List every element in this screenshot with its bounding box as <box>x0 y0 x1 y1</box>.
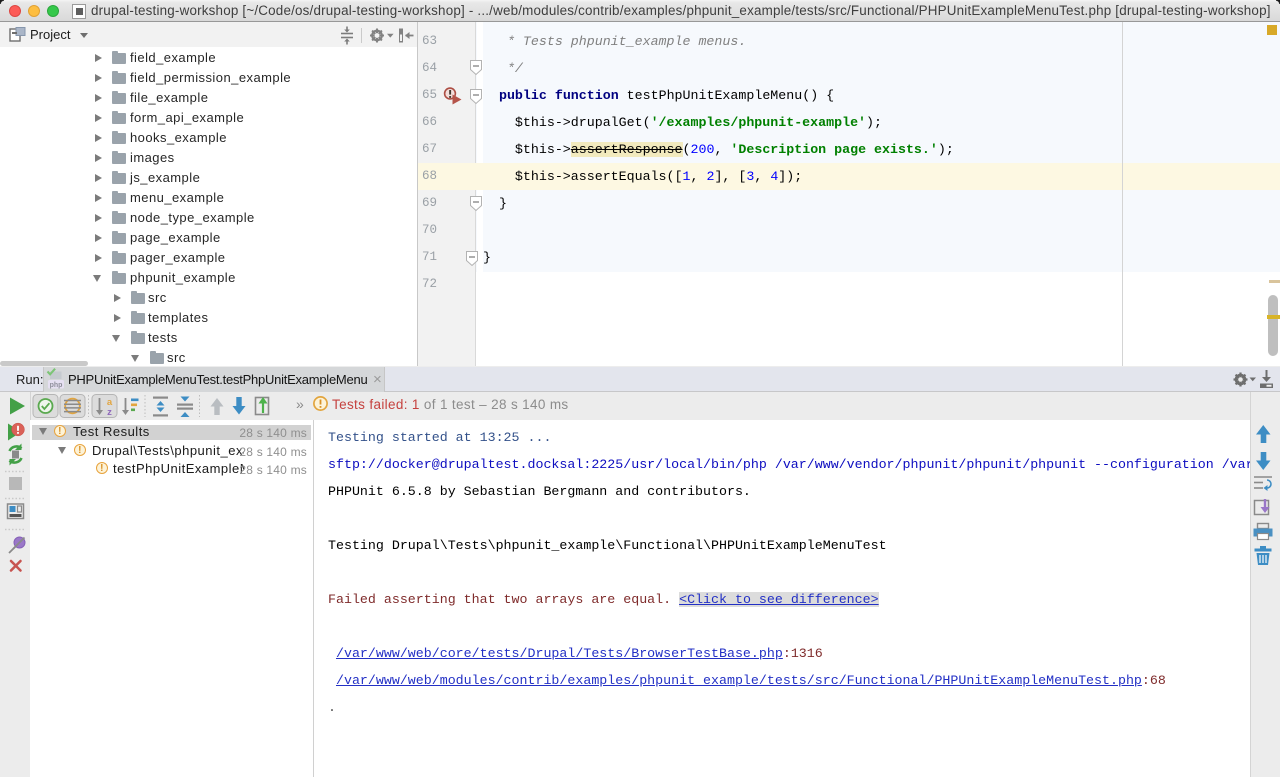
svg-text:z: z <box>107 407 112 418</box>
svg-text:php: php <box>50 382 63 389</box>
